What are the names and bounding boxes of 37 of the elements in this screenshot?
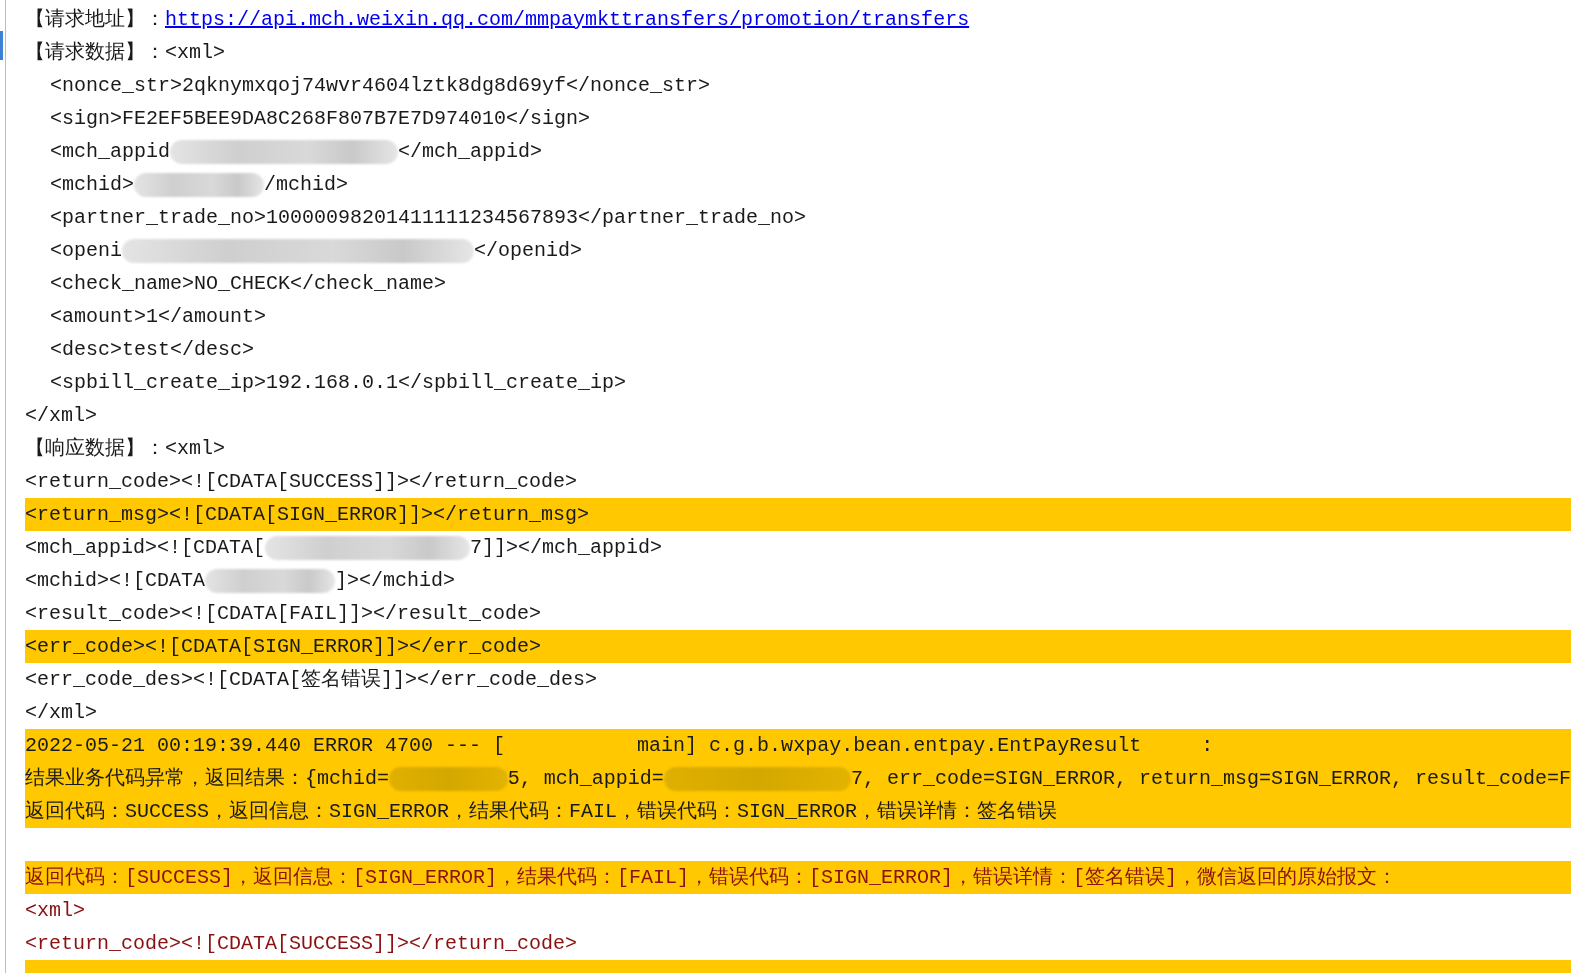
log-text: <xml> xyxy=(25,897,85,924)
log-text: 返回代码：SUCCESS，返回信息：SIGN_ERROR，结果代码：FAIL，错误代码：SIGN_ERROR，错误详情：签名错误 xyxy=(25,798,1058,825)
log-text: <openi xyxy=(50,237,122,264)
log-text: <check_name>NO_CHECK</check_name> xyxy=(50,270,447,297)
log-text: <nonce_str>2qknymxqoj74wvr4604lztk8dg8d69yf</nonce_str> xyxy=(50,72,711,99)
log-text: <desc>test</desc> xyxy=(50,336,255,363)
log-text: <return_msg><![CDATA[SIGN_ERROR]]></return_msg> xyxy=(25,501,590,528)
log-text: 【请求地址】： xyxy=(25,6,165,33)
log-text: 【请求数据】：<xml> xyxy=(25,39,225,66)
log-text: </xml> xyxy=(25,402,97,429)
line-marker xyxy=(0,31,3,60)
log-text: <err_code_des><![CDATA[签名错误]]></err_code_des> xyxy=(25,666,598,693)
log-text: <return_code><![CDATA[SUCCESS]]></return_code> xyxy=(25,930,578,957)
log-text: <mchid><![CDATA xyxy=(25,567,206,594)
log-text: <mch_appid xyxy=(50,138,171,165)
log-text: <sign>FE2EF5BEE9DA8C268F807B7E7D974010</sign> xyxy=(50,105,591,132)
log-text: 返回代码：[SUCCESS]，返回信息：[SIGN_ERROR]，结果代码：[FAIL]，错误代码：[SIGN_ERROR]，错误详情：[签名错误]，微信返回的原始报文： xyxy=(25,864,1398,891)
log-text: /mchid> xyxy=(264,171,349,198)
log-text: </openid> xyxy=(474,237,583,264)
log-text: <mchid> xyxy=(50,171,134,198)
log-text: <result_code><![CDATA[FAIL]]></result_code> xyxy=(25,600,542,627)
log-text: </mch_appid> xyxy=(398,138,543,165)
log-text: 2022-05-21 00:19:39.440 ERROR 4700 --- [ main] c.g.b.wxpay.bean.entpay.EntPayResult : xyxy=(25,732,1214,759)
log-text: <err_code><![CDATA[SIGN_ERROR]]></err_code> xyxy=(25,633,542,660)
url-link[interactable]: https://api.mch.weixin.qq.com/mmpaymkttransfers/promotion/transfers xyxy=(165,6,970,33)
log-text: 7]]></mch_appid> xyxy=(470,534,663,561)
log-text: 7, err_code=SIGN_ERROR, return_msg=SIGN_ERROR, result_code=F xyxy=(850,765,1571,792)
log-text: <mch_appid><![CDATA[ xyxy=(25,534,266,561)
log-text: <amount>1</amount> xyxy=(50,303,267,330)
log-text: 【响应数据】：<xml> xyxy=(25,435,225,462)
log-text: 结果业务代码异常，返回结果：{mchid= xyxy=(25,765,389,792)
log-text: <return_code><![CDATA[SUCCESS]]></return_code> xyxy=(25,468,578,495)
log-text: ]></mchid> xyxy=(335,567,456,594)
log-text: <partner_trade_no>10000098201411111234567893</partner_trade_no> xyxy=(50,204,807,231)
log-text: </xml> xyxy=(25,699,97,726)
log-text: <spbill_create_ip>192.168.0.1</spbill_create_ip> xyxy=(50,369,627,396)
log-text: 5, mch_appid= xyxy=(507,765,664,792)
